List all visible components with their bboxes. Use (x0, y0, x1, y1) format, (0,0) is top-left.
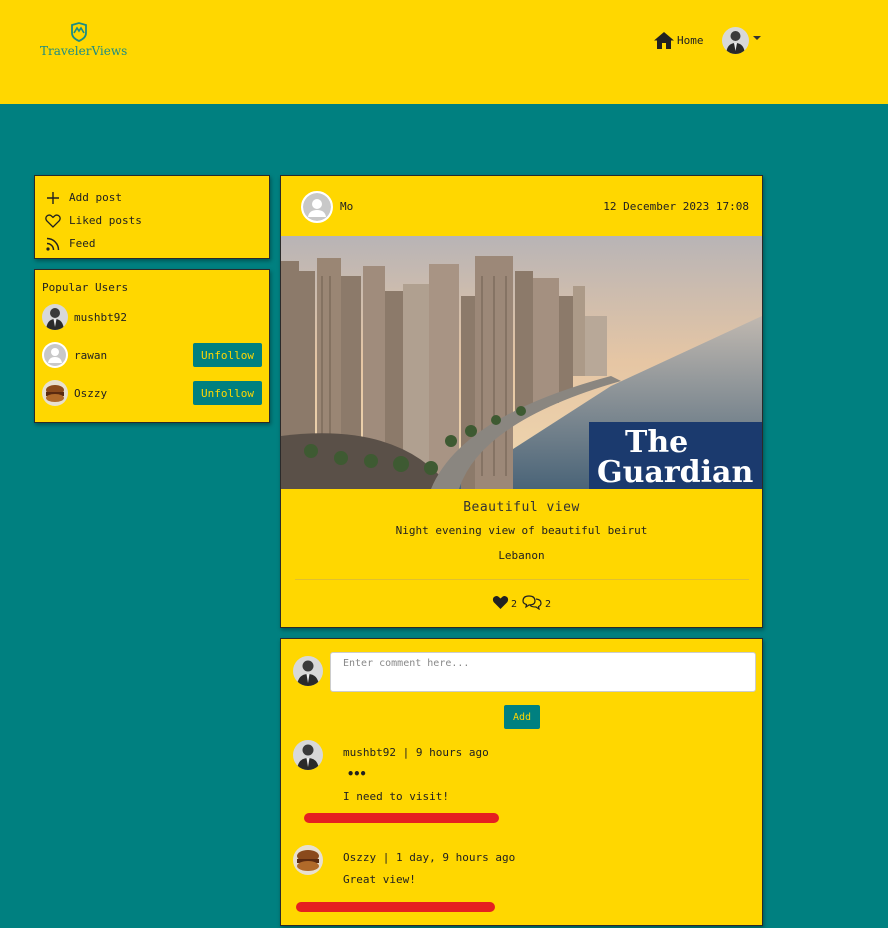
top-navbar: TravelerViews Home (0, 0, 888, 104)
comments-button[interactable]: 2 (521, 594, 551, 610)
avatar[interactable] (42, 304, 68, 330)
sidebar-item-label: Add post (69, 191, 122, 204)
comment-text: Great view! (343, 873, 416, 886)
comment-count: 2 (545, 599, 552, 610)
popular-user-row: Oszzy Unfollow (42, 374, 262, 412)
post-body: Beautiful view Night evening view of bea… (281, 500, 762, 562)
avatar[interactable] (301, 191, 333, 223)
home-icon (654, 32, 674, 49)
comment-meta: mushbt92 | 9 hours ago (343, 746, 489, 759)
comment-author[interactable]: Oszzy (343, 851, 376, 864)
post-title: Beautiful view (463, 500, 580, 515)
post-location: Lebanon (498, 549, 545, 562)
red-annotation-line (296, 902, 495, 912)
post-date: 12 December 2023 17:08 (603, 200, 749, 213)
nav-home-label: Home (677, 34, 704, 47)
popular-user-name[interactable]: rawan (74, 349, 193, 362)
avatar[interactable] (42, 380, 68, 406)
nav-home-link[interactable]: Home (654, 32, 704, 49)
brand-name: TravelerViews (40, 44, 128, 58)
popular-user-row: rawan Unfollow (42, 336, 262, 374)
comment-time: | 9 hours ago (402, 746, 489, 759)
comment-time: | 1 day, 9 hours ago (382, 851, 516, 864)
avatar[interactable] (42, 342, 68, 368)
comment-author[interactable]: mushbt92 (343, 746, 396, 759)
comment-input[interactable] (330, 652, 756, 692)
comments-icon (522, 595, 542, 610)
popular-users-title: Popular Users (42, 281, 129, 294)
post-stats: 2 2 (281, 594, 762, 610)
unfollow-button[interactable]: Unfollow (193, 381, 262, 405)
brand-logo[interactable]: TravelerViews (40, 22, 128, 58)
post-description: Night evening view of beautiful beirut (395, 524, 648, 537)
post-card: Mo 12 December 2023 17:08 The Guardian B… (280, 175, 763, 628)
logo-icon (71, 22, 87, 42)
post-header: Mo 12 December 2023 17:08 (281, 176, 762, 236)
divider (295, 579, 749, 580)
sidebar-item-add-post[interactable]: Add post (45, 186, 259, 209)
popular-users-panel: Popular Users mushbt92 rawan Unfollow Os… (34, 269, 270, 423)
like-count: 2 (510, 598, 517, 610)
popular-user-row: mushbt92 (42, 298, 262, 336)
avatar[interactable] (293, 740, 323, 770)
add-comment-button[interactable]: Add (504, 705, 540, 729)
red-annotation-line (304, 813, 499, 823)
user-menu-toggle[interactable] (722, 27, 761, 54)
more-options-icon[interactable]: ••• (347, 767, 367, 781)
avatar[interactable] (293, 845, 323, 875)
avatar (722, 27, 749, 54)
comment-meta: Oszzy | 1 day, 9 hours ago (343, 851, 515, 864)
heart-icon (492, 595, 509, 609)
sidebar-item-label: Feed (69, 237, 96, 250)
comment-text: I need to visit! (343, 790, 449, 803)
sidebar-item-feed[interactable]: Feed (45, 232, 259, 255)
sidebar-item-liked-posts[interactable]: Liked posts (45, 209, 259, 232)
popular-user-name[interactable]: Oszzy (74, 387, 193, 400)
post-image[interactable]: The Guardian (281, 236, 762, 489)
svg-text:Guardian: Guardian (597, 455, 753, 489)
sidebar-item-label: Liked posts (69, 214, 142, 227)
plus-icon (45, 191, 61, 205)
popular-user-name[interactable]: mushbt92 (74, 311, 262, 324)
chevron-down-icon (753, 35, 761, 40)
rss-feed-icon (45, 237, 61, 251)
avatar (293, 656, 323, 686)
unfollow-button[interactable]: Unfollow (193, 343, 262, 367)
side-menu: Add post Liked posts Feed (34, 175, 270, 259)
post-author[interactable]: Mo (340, 200, 353, 213)
comments-panel: Add mushbt92 | 9 hours ago ••• I need to… (280, 638, 763, 926)
like-button[interactable]: 2 (492, 595, 517, 610)
heart-outline-icon (45, 213, 61, 228)
